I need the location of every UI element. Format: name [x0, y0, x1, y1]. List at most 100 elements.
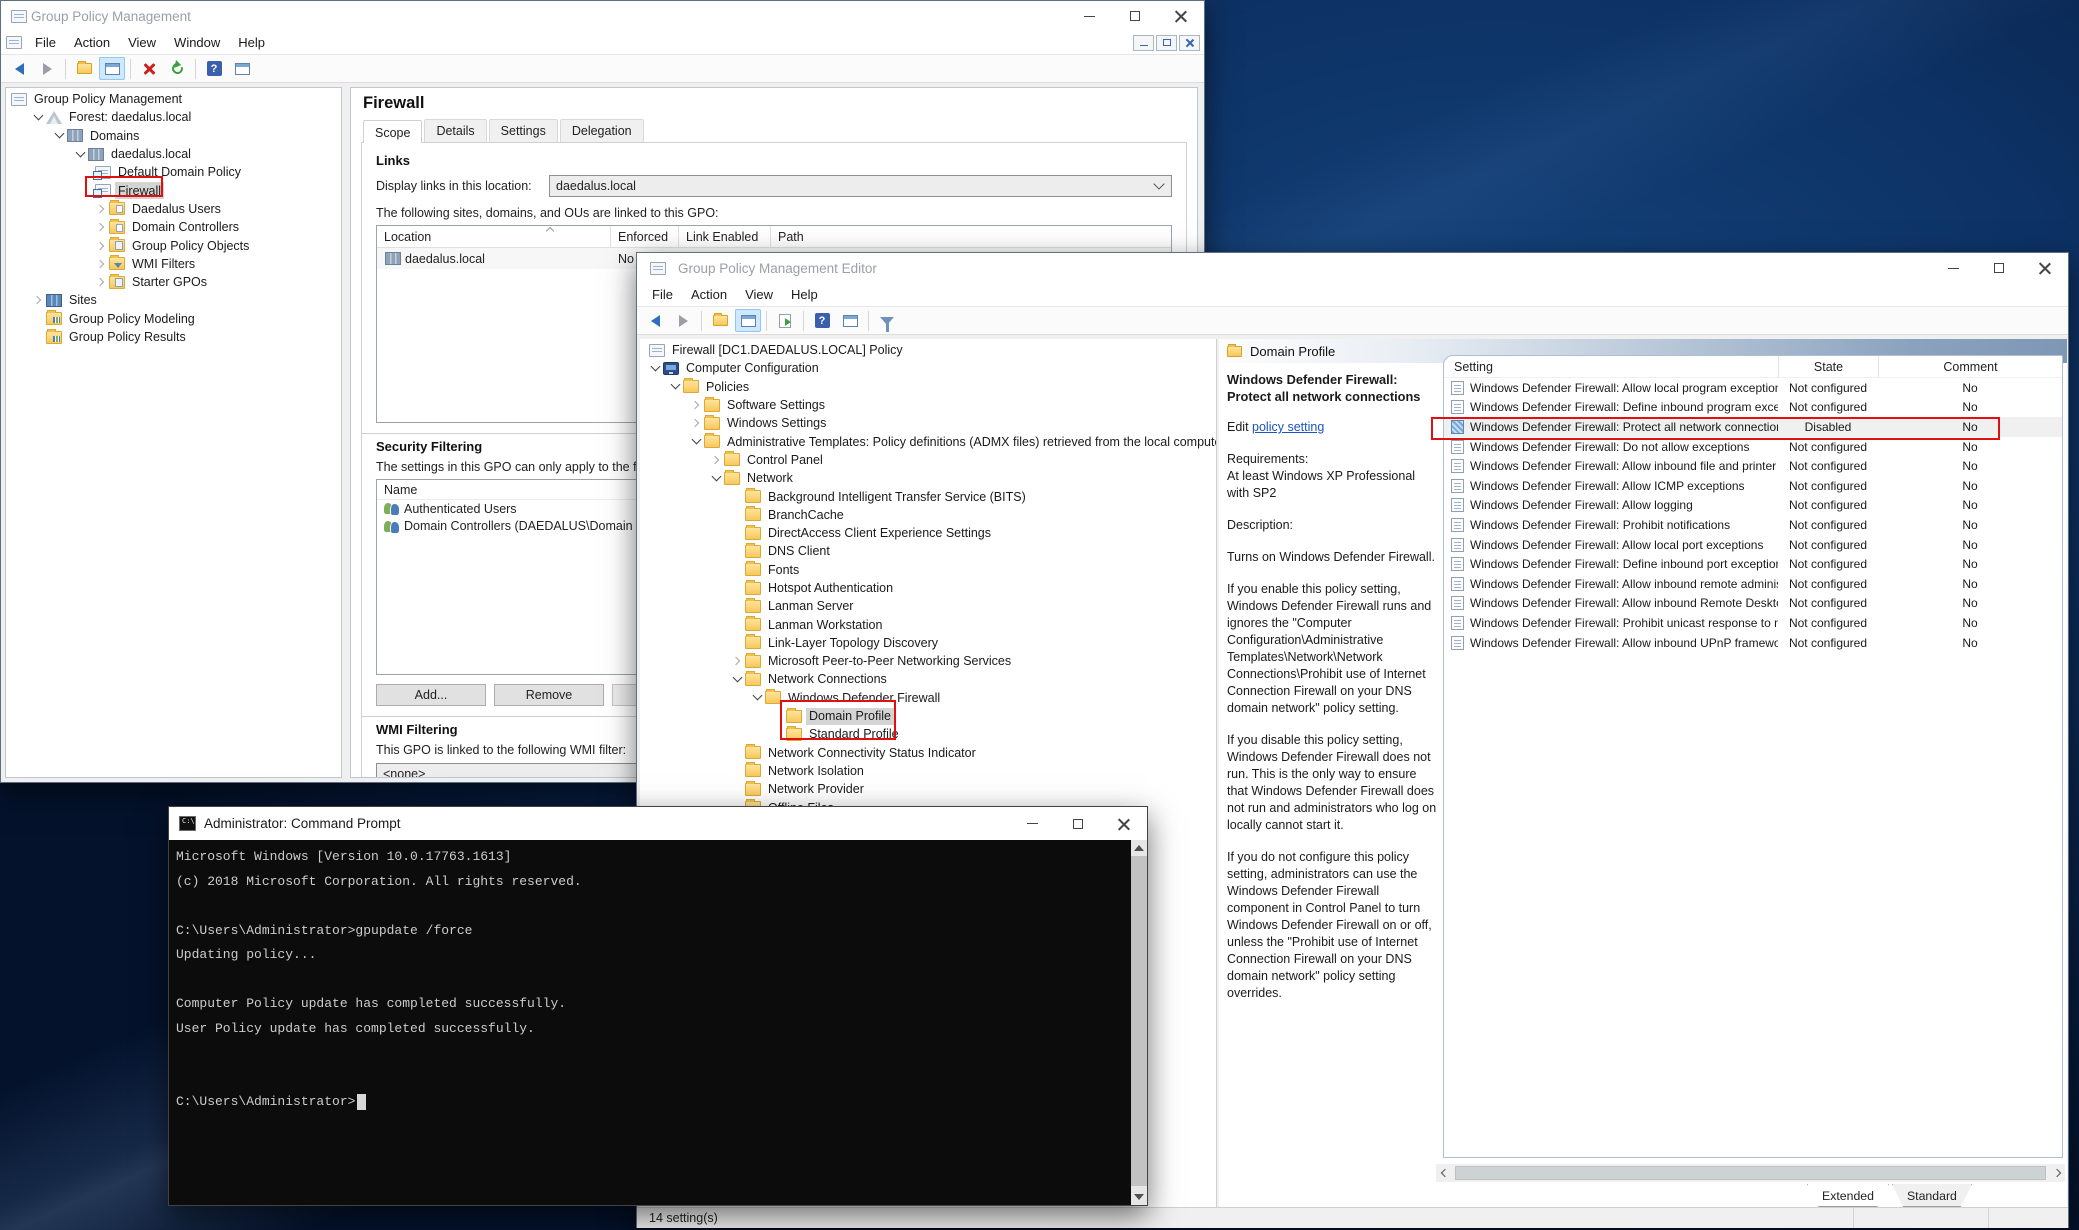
up-level-icon[interactable]	[707, 309, 733, 332]
up-level-icon[interactable]	[71, 57, 97, 80]
expand-chevron-icon[interactable]	[94, 243, 108, 249]
gpme-titlebar[interactable]: Group Policy Management Editor	[637, 253, 2068, 283]
setting-row[interactable]: Windows Defender Firewall: Prohibit noti…	[1444, 515, 2062, 535]
tree-item[interactable]: Fonts	[640, 561, 1216, 579]
mdi-restore-button[interactable]	[1156, 34, 1177, 51]
setting-row[interactable]: Windows Defender Firewall: Allow inbound…	[1444, 574, 2062, 594]
view-tab[interactable]: Standard	[1891, 1184, 1972, 1207]
maximize-button[interactable]	[1976, 253, 2022, 283]
mdi-close-button[interactable]	[1179, 34, 1200, 51]
mdi-minimize-button[interactable]	[1133, 34, 1154, 51]
setting-row[interactable]: Windows Defender Firewall: Do not allow …	[1444, 437, 2062, 457]
cmd-titlebar[interactable]: Administrator: Command Prompt	[169, 807, 1147, 840]
tree-item[interactable]: Network Isolation	[640, 762, 1216, 780]
menu-item[interactable]: Action	[682, 284, 736, 305]
tree-item[interactable]: Control Panel	[640, 451, 1216, 469]
setting-row[interactable]: Windows Defender Firewall: Allow local p…	[1444, 535, 2062, 555]
expand-chevron-icon[interactable]	[689, 440, 703, 443]
forward-button[interactable]	[34, 57, 60, 80]
scrollbar-thumb[interactable]	[1455, 1166, 2046, 1180]
gpo-tab[interactable]: Delegation	[559, 119, 644, 142]
new-window-icon[interactable]	[229, 57, 255, 80]
expand-chevron-icon[interactable]	[750, 696, 764, 699]
delete-icon[interactable]	[136, 57, 162, 80]
maximize-button[interactable]	[1112, 1, 1158, 31]
gpo-tab[interactable]: Details	[424, 119, 487, 142]
scroll-down-icon[interactable]	[1131, 1189, 1147, 1205]
tree-item[interactable]: DirectAccess Client Experience Settings	[640, 524, 1216, 542]
minimize-button[interactable]	[1930, 253, 1976, 283]
export-list-icon[interactable]	[772, 309, 798, 332]
close-button[interactable]	[1101, 807, 1147, 840]
gpo-tab[interactable]: Scope	[363, 120, 423, 143]
expand-chevron-icon[interactable]	[730, 658, 744, 664]
expand-chevron-icon[interactable]	[709, 457, 723, 463]
tree-item[interactable]: Group Policy Results	[6, 328, 341, 346]
tree-item[interactable]: Computer Configuration	[640, 359, 1216, 377]
tree-item[interactable]: Background Intelligent Transfer Service …	[640, 487, 1216, 505]
scroll-up-icon[interactable]	[1131, 840, 1147, 856]
tree-item[interactable]: Microsoft Peer-to-Peer Networking Servic…	[640, 652, 1216, 670]
tree-item[interactable]: Group Policy Management	[6, 90, 341, 108]
menu-item[interactable]: Help	[782, 284, 827, 305]
tree-item[interactable]: Hotspot Authentication	[640, 579, 1216, 597]
tree-item[interactable]: Windows Defender Firewall	[640, 689, 1216, 707]
menu-item[interactable]: View	[119, 32, 165, 53]
tree-item[interactable]: Sites	[6, 291, 341, 309]
setting-row[interactable]: Windows Defender Firewall: Protect all n…	[1444, 417, 2062, 437]
tree-item[interactable]: Firewall	[6, 181, 341, 200]
back-button[interactable]	[642, 309, 668, 332]
tree-item[interactable]: Daedalus Users	[6, 200, 341, 218]
menu-item[interactable]: Help	[229, 32, 274, 53]
expand-chevron-icon[interactable]	[94, 206, 108, 212]
tree-item[interactable]: Administrative Templates: Policy definit…	[640, 432, 1216, 450]
tree-item[interactable]: Group Policy Objects	[6, 236, 341, 254]
expand-chevron-icon[interactable]	[668, 385, 682, 388]
tree-item[interactable]: DNS Client	[640, 542, 1216, 560]
menu-item[interactable]: Window	[165, 32, 229, 53]
expand-chevron-icon[interactable]	[31, 297, 45, 303]
expand-chevron-icon[interactable]	[94, 261, 108, 267]
setting-row[interactable]: Windows Defender Firewall: Allow inbound…	[1444, 633, 2062, 653]
tree-item[interactable]: Standard Profile	[640, 725, 1216, 743]
tree-item[interactable]: Firewall [DC1.DAEDALUS.LOCAL] Policy	[640, 341, 1216, 359]
tree-item[interactable]: Link-Layer Topology Discovery	[640, 634, 1216, 652]
expand-chevron-icon[interactable]	[73, 153, 87, 156]
show-console-tree-icon[interactable]	[99, 57, 125, 80]
close-button[interactable]	[1158, 1, 1204, 31]
horizontal-scrollbar[interactable]	[1436, 1164, 2065, 1182]
expand-chevron-icon[interactable]	[94, 279, 108, 285]
tree-item[interactable]: Network Provider	[640, 780, 1216, 798]
expand-chevron-icon[interactable]	[648, 367, 662, 370]
expand-chevron-icon[interactable]	[31, 116, 45, 119]
menu-item[interactable]: View	[736, 284, 782, 305]
tree-item[interactable]: Domain Profile	[640, 707, 1216, 725]
menu-item[interactable]: Action	[65, 32, 119, 53]
menu-item[interactable]: File	[643, 284, 682, 305]
tree-item[interactable]: Default Domain Policy	[6, 163, 341, 181]
tree-item[interactable]: WMI Filters	[6, 255, 341, 273]
setting-row[interactable]: Windows Defender Firewall: Define inboun…	[1444, 554, 2062, 574]
view-tab[interactable]: Extended	[1807, 1184, 1889, 1207]
tree-item[interactable]: Lanman Workstation	[640, 615, 1216, 633]
tree-item[interactable]: Lanman Server	[640, 597, 1216, 615]
tree-item[interactable]: Network Connections	[640, 670, 1216, 688]
menu-item[interactable]: File	[26, 32, 65, 53]
tree-item[interactable]: Windows Settings	[640, 414, 1216, 432]
expand-chevron-icon[interactable]	[689, 420, 703, 426]
setting-row[interactable]: Windows Defender Firewall: Allow ICMP ex…	[1444, 476, 2062, 496]
console-output[interactable]: Microsoft Windows [Version 10.0.17763.16…	[169, 840, 1147, 1205]
refresh-icon[interactable]	[164, 57, 190, 80]
setting-row[interactable]: Windows Defender Firewall: Allow inbound…	[1444, 594, 2062, 614]
close-button[interactable]	[2022, 253, 2068, 283]
filter-icon[interactable]	[874, 309, 900, 332]
expand-chevron-icon[interactable]	[94, 224, 108, 230]
expand-chevron-icon[interactable]	[730, 678, 744, 681]
location-dropdown[interactable]: daedalus.local	[549, 175, 1172, 197]
expand-chevron-icon[interactable]	[52, 134, 66, 137]
maximize-button[interactable]	[1055, 807, 1101, 840]
new-window-icon[interactable]	[837, 309, 863, 332]
scroll-left-icon[interactable]	[1436, 1164, 1453, 1182]
minimize-button[interactable]	[1009, 807, 1055, 840]
gpm-titlebar[interactable]: Group Policy Management	[1, 1, 1204, 31]
